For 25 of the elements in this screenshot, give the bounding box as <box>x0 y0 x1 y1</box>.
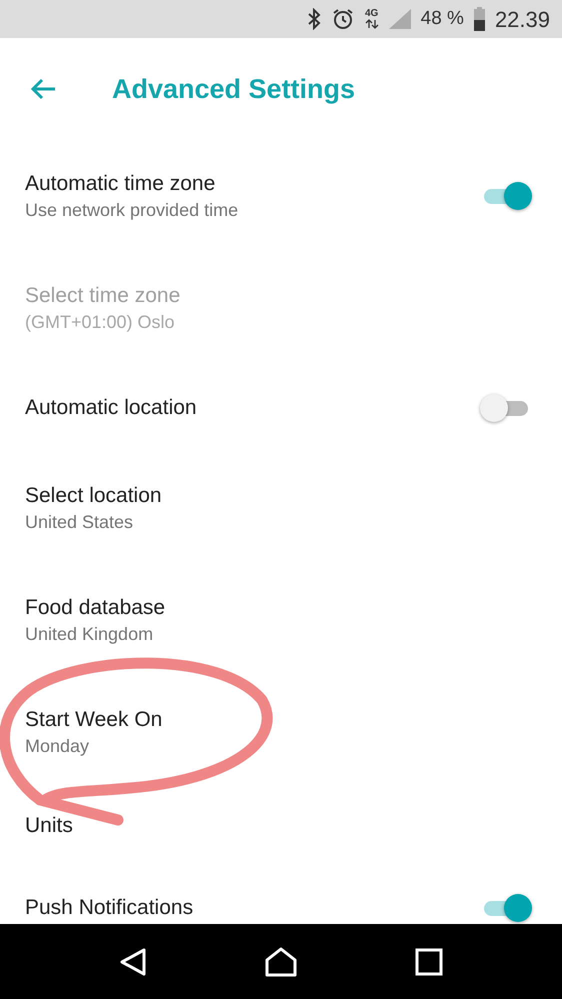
back-arrow-icon[interactable] <box>30 78 56 100</box>
setting-value: United Kingdom <box>25 623 154 646</box>
setting-title[interactable]: Start Week On <box>25 706 162 734</box>
clock-time: 22.39 <box>494 6 550 34</box>
setting-title[interactable]: Food database <box>25 594 166 622</box>
recents-icon[interactable] <box>415 948 444 976</box>
setting-title[interactable]: Push Notifications <box>25 894 194 922</box>
home-icon[interactable] <box>264 946 298 978</box>
setting-value: (GMT+01:00) Oslo <box>25 311 176 334</box>
network-type: 4G <box>364 9 378 19</box>
setting-value: Use network provided time <box>25 199 238 222</box>
setting-title[interactable]: Select location <box>25 482 162 510</box>
battery-percent: 48 % <box>420 6 464 31</box>
setting-title[interactable]: Units <box>25 812 73 840</box>
setting-value: Monday <box>25 735 90 758</box>
data-arrows-icon <box>364 19 379 29</box>
battery-icon <box>474 7 485 31</box>
alarm-clock-icon <box>330 7 355 31</box>
setting-title[interactable]: Automatic time zone <box>25 170 238 198</box>
bluetooth-icon <box>306 8 321 30</box>
back-icon[interactable] <box>118 946 147 976</box>
setting-title[interactable]: Automatic location <box>25 394 197 422</box>
signal-icon <box>388 9 411 29</box>
page-title: Advanced Settings <box>112 72 356 106</box>
setting-value: United States <box>25 511 134 534</box>
